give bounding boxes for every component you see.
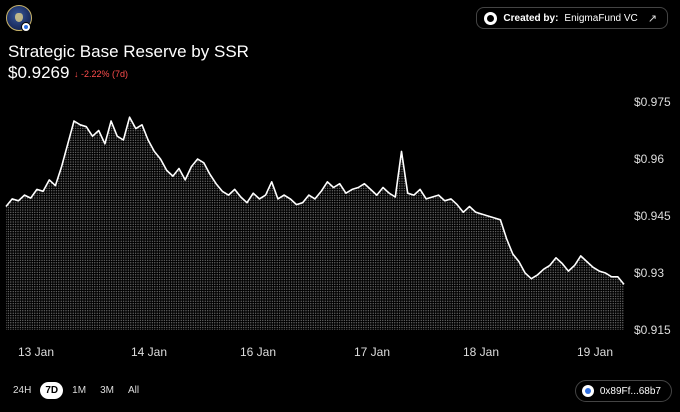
x-tick-label: 13 Jan — [18, 345, 54, 359]
range-button-24h[interactable]: 24H — [8, 382, 36, 399]
price-chart[interactable]: $0.975 $0.96 $0.945 $0.93 $0.915 13 Jan 14 Jan… — [0, 0, 680, 412]
base-chain-icon — [581, 385, 594, 397]
range-selector: 24H 7D 1M 3M All — [8, 382, 144, 399]
x-tick-label: 18 Jan — [463, 345, 499, 359]
address-text: 0x89Ff...68b7 — [599, 385, 661, 397]
y-tick-label: $0.915 — [634, 323, 671, 337]
x-tick-label: 17 Jan — [354, 345, 390, 359]
x-tick-label: 19 Jan — [577, 345, 613, 359]
range-button-7d[interactable]: 7D — [40, 382, 64, 399]
range-button-all[interactable]: All — [123, 382, 144, 399]
address-selector[interactable]: 0x89Ff...68b7 — [574, 380, 672, 402]
range-button-3m[interactable]: 3M — [95, 382, 119, 399]
y-tick-label: $0.96 — [634, 152, 664, 166]
range-button-1m[interactable]: 1M — [67, 382, 91, 399]
x-tick-label: 14 Jan — [131, 345, 167, 359]
x-tick-label: 16 Jan — [240, 345, 276, 359]
y-tick-label: $0.93 — [634, 266, 664, 280]
y-tick-label: $0.945 — [634, 209, 671, 223]
area-fill — [6, 117, 624, 330]
y-tick-label: $0.975 — [634, 95, 671, 109]
